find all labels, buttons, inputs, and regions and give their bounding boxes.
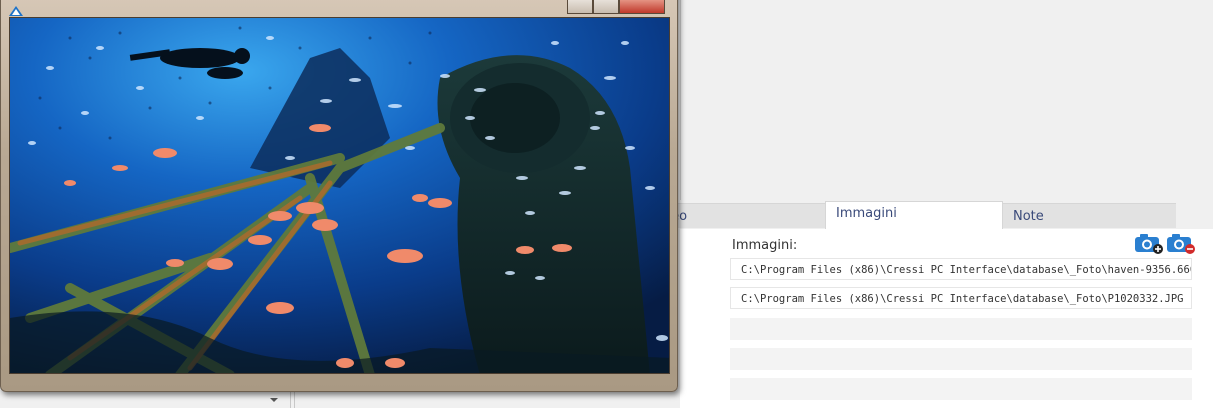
bottom-bar — [0, 395, 300, 408]
image-path-row[interactable] — [730, 348, 1192, 370]
image-viewer-window — [0, 0, 678, 392]
divider — [680, 0, 681, 200]
splitter[interactable] — [294, 392, 295, 408]
tab-meteo[interactable]: teo — [660, 203, 825, 228]
image-path-row[interactable] — [730, 318, 1192, 340]
camera-add-icon[interactable] — [1134, 232, 1164, 254]
images-label: Immagini: — [732, 238, 798, 253]
images-panel: Immagini: C:\Program Files (x86)\Cressi … — [680, 229, 1213, 408]
app-icon — [9, 1, 23, 16]
dropdown-arrow-icon[interactable] — [270, 398, 278, 402]
camera-remove-icon[interactable] — [1166, 232, 1196, 254]
minimize-button[interactable] — [567, 0, 593, 14]
image-path-row[interactable] — [730, 378, 1192, 400]
tab-note[interactable]: Note — [1003, 203, 1176, 228]
close-button[interactable] — [619, 0, 665, 14]
image-path-row[interactable]: C:\Program Files (x86)\Cressi PC Interfa… — [730, 258, 1192, 280]
splitter[interactable] — [290, 392, 291, 408]
tab-immagini[interactable]: Immagini — [825, 201, 1003, 229]
maximize-button[interactable] — [593, 0, 619, 14]
underwater-photo — [9, 17, 670, 374]
window-controls — [567, 0, 665, 14]
image-path-row[interactable]: C:\Program Files (x86)\Cressi PC Interfa… — [730, 287, 1192, 309]
tab-bar: teo Immagini Note — [660, 201, 1213, 229]
